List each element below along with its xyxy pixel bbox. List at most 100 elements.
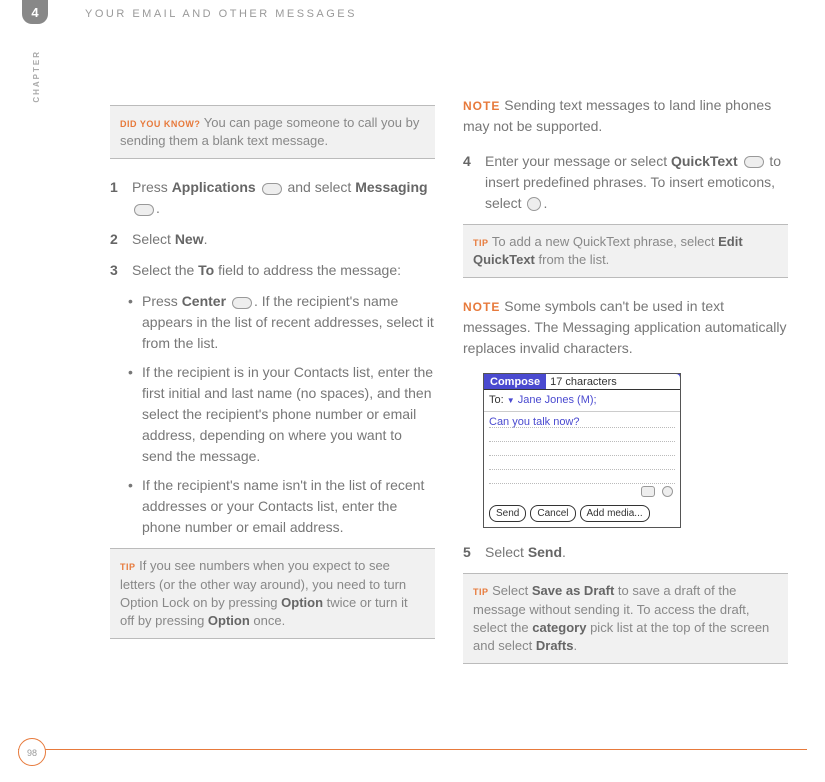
step-body: Select the To field to address the messa… <box>132 260 435 281</box>
step-2: 2 Select New. <box>110 229 435 250</box>
quicktext-toolbar-icon <box>641 486 655 497</box>
text: . <box>543 195 547 211</box>
step-number: 5 <box>463 542 485 563</box>
compose-body: Can you talk now? <box>484 412 680 484</box>
bullet-body: Press Center . If the recipient's name a… <box>142 291 435 354</box>
step-body: Press Applications and select Messaging … <box>132 177 435 219</box>
message-line <box>489 470 675 484</box>
left-column: DID YOU KNOW? You can page someone to ca… <box>110 95 435 682</box>
text: field to address the message: <box>214 262 401 278</box>
message-line <box>489 428 675 442</box>
step-number: 3 <box>110 260 132 281</box>
option-label: Option <box>281 595 323 610</box>
content-columns: DID YOU KNOW? You can page someone to ca… <box>110 95 790 682</box>
category-label: category <box>532 620 586 635</box>
text: and select <box>284 179 356 195</box>
emoticon-toolbar-icon <box>662 486 673 497</box>
text: Select <box>132 231 175 247</box>
tip-option-lock-box: TIP If you see numbers when you expect t… <box>110 548 435 639</box>
step-5: 5 Select Send. <box>463 542 788 563</box>
dropdown-arrow-icon: ▼ <box>507 396 515 405</box>
message-text: Can you talk now? <box>489 414 675 428</box>
step-number: 2 <box>110 229 132 250</box>
messaging-label: Messaging <box>355 179 427 195</box>
cancel-button: Cancel <box>530 505 575 522</box>
text: once. <box>250 613 285 628</box>
text: Press <box>132 179 172 195</box>
new-label: New <box>175 231 204 247</box>
step-body: Select New. <box>132 229 435 250</box>
text: . <box>204 231 208 247</box>
applications-icon <box>262 183 282 195</box>
step-number: 4 <box>463 151 485 214</box>
step-3: 3 Select the To field to address the mes… <box>110 260 435 281</box>
bullet-body: If the recipient's name isn't in the lis… <box>142 475 435 538</box>
text: Press <box>142 293 182 309</box>
center-button-icon <box>232 297 252 309</box>
message-line <box>489 442 675 456</box>
text: . <box>573 638 577 653</box>
bullet-1: • Press Center . If the recipient's name… <box>128 291 435 354</box>
send-label: Send <box>528 544 562 560</box>
bullet-body: If the recipient is in your Contacts lis… <box>142 362 435 467</box>
tip-label: TIP <box>473 587 489 597</box>
tip-label: TIP <box>473 238 489 248</box>
applications-label: Applications <box>172 179 256 195</box>
bullet-3: • If the recipient's name isn't in the l… <box>128 475 435 538</box>
text: To add a new QuickText phrase, select <box>492 234 718 249</box>
add-media-button: Add media... <box>580 505 650 522</box>
step-4: 4 Enter your message or select QuickText… <box>463 151 788 214</box>
note-landline: NOTE Sending text messages to land line … <box>463 95 788 137</box>
bullet-dot: • <box>128 291 142 354</box>
text: Enter your message or select <box>485 153 671 169</box>
chapter-vertical-label: CHAPTER <box>32 50 41 103</box>
compose-to-row: To: ▼ Jane Jones (M); <box>484 390 680 412</box>
compose-toolbar <box>484 484 680 503</box>
compose-button-row: Send Cancel Add media... <box>484 502 680 527</box>
text: Select <box>485 544 528 560</box>
text: from the list. <box>535 252 609 267</box>
step-body: Enter your message or select QuickText t… <box>485 151 788 214</box>
text: Select the <box>132 262 198 278</box>
note-label: NOTE <box>463 300 500 314</box>
step-1: 1 Press Applications and select Messagin… <box>110 177 435 219</box>
save-as-draft-label: Save as Draft <box>532 583 614 598</box>
did-you-know-box: DID YOU KNOW? You can page someone to ca… <box>110 105 435 159</box>
tip-save-draft-box: TIP Select Save as Draft to save a draft… <box>463 573 788 664</box>
text: . <box>562 544 566 560</box>
bullet-dot: • <box>128 475 142 538</box>
tip-quicktext-box: TIP To add a new QuickText phrase, selec… <box>463 224 788 278</box>
bullet-dot: • <box>128 362 142 467</box>
compose-char-counter: 17 characters <box>546 374 680 389</box>
right-column: NOTE Sending text messages to land line … <box>463 95 788 682</box>
text: Select <box>492 583 532 598</box>
compose-title-label: Compose <box>484 374 546 389</box>
tip-label: TIP <box>120 562 136 572</box>
note-text: Sending text messages to land line phone… <box>463 97 771 134</box>
step-body: Select Send. <box>485 542 788 563</box>
to-label: To: <box>489 394 504 406</box>
footer-rule <box>18 749 807 750</box>
page-number: 98 <box>18 738 46 766</box>
option-label: Option <box>208 613 250 628</box>
drafts-label: Drafts <box>536 638 574 653</box>
quicktext-label: QuickText <box>671 153 738 169</box>
page-header-title: YOUR EMAIL AND OTHER MESSAGES <box>85 8 357 20</box>
center-label: Center <box>182 293 226 309</box>
step-number: 1 <box>110 177 132 219</box>
did-you-know-label: DID YOU KNOW? <box>120 119 200 129</box>
chapter-number-tab: 4 <box>22 0 48 24</box>
text: . <box>156 200 160 216</box>
note-text: Some symbols can't be used in text messa… <box>463 298 786 356</box>
send-button: Send <box>489 505 526 522</box>
messaging-icon <box>134 204 154 216</box>
emoticon-icon <box>527 197 541 211</box>
compose-titlebar: Compose 17 characters <box>484 374 680 390</box>
message-line <box>489 456 675 470</box>
note-label: NOTE <box>463 99 500 113</box>
note-symbols: NOTE Some symbols can't be used in text … <box>463 296 788 359</box>
quicktext-icon <box>744 156 764 168</box>
compose-screenshot: Compose 17 characters To: ▼ Jane Jones (… <box>483 373 681 528</box>
recipient-name: Jane Jones (M); <box>518 394 597 406</box>
bullet-2: • If the recipient is in your Contacts l… <box>128 362 435 467</box>
